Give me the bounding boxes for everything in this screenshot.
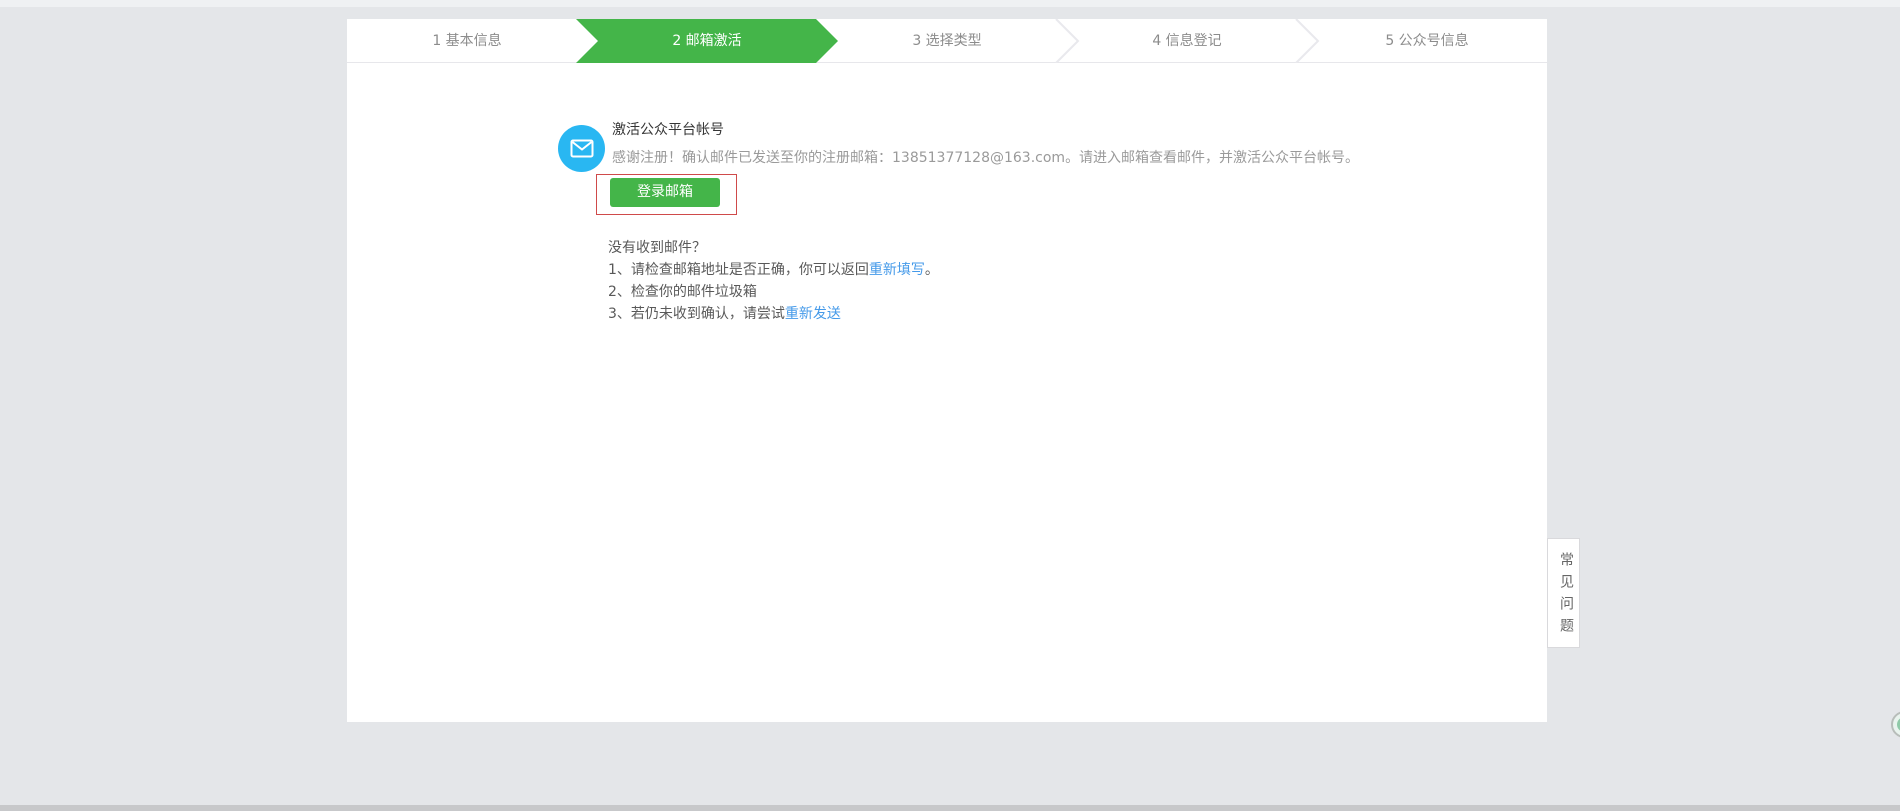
activation-message-prefix: 感谢注册！确认邮件已发送至你的注册邮箱： [612,150,892,166]
resend-link[interactable]: 重新发送 [785,306,841,322]
activation-title: 激活公众平台帐号 [612,122,724,138]
envelope-glyph [570,139,593,158]
top-strip [0,0,1900,7]
registration-page: 1 基本信息 2 邮箱激活 3 选择类型 4 信息登记 5 公众号信息 激活公众… [0,0,1900,811]
registered-email: 13851377128@163.com [892,150,1066,166]
help-item-3: 3、若仍未收到确认，请尝试重新发送 [608,303,939,325]
activation-message: 感谢注册！确认邮件已发送至你的注册邮箱：13851377128@163.com。… [612,150,1359,166]
activation-message-suffix: 。请进入邮箱查看邮件，并激活公众平台帐号。 [1065,150,1360,166]
step-account-info: 5 公众号信息 [1385,33,1469,49]
envelope-icon [558,125,605,172]
step-choose-type: 3 选择类型 [912,33,982,49]
login-mailbox-button[interactable]: 登录邮箱 [610,178,720,207]
content-panel: 1 基本信息 2 邮箱激活 3 选择类型 4 信息登记 5 公众号信息 [347,19,1547,722]
help-item-1: 1、请检查邮箱地址是否正确，你可以返回重新填写。 [608,259,939,281]
help-item-3-text: 3、若仍未收到确认，请尝试 [608,306,785,322]
faq-side-tab[interactable]: 常见问题 [1547,538,1580,648]
help-item-1-suffix: 。 [924,262,939,278]
help-item-2: 2、检查你的邮件垃圾箱 [608,284,757,300]
bottom-edge-bar [0,805,1900,811]
floating-widget-button[interactable] [1891,711,1900,738]
help-section: 没有收到邮件？ 1、请检查邮箱地址是否正确，你可以返回重新填写。 2、检查你的邮… [608,237,939,325]
step-email-activation: 2 邮箱激活 [672,33,742,49]
steps-row: 1 基本信息 2 邮箱激活 3 选择类型 4 信息登记 5 公众号信息 [347,19,1547,63]
step-basic-info: 1 基本信息 [432,33,502,49]
help-item-1-text: 1、请检查邮箱地址是否正确，你可以返回 [608,262,869,278]
step-info-registration: 4 信息登记 [1152,33,1222,49]
refill-link[interactable]: 重新填写 [869,262,925,278]
help-heading: 没有收到邮件？ [608,240,706,256]
registration-stepper: 1 基本信息 2 邮箱激活 3 选择类型 4 信息登记 5 公众号信息 [347,19,1547,63]
